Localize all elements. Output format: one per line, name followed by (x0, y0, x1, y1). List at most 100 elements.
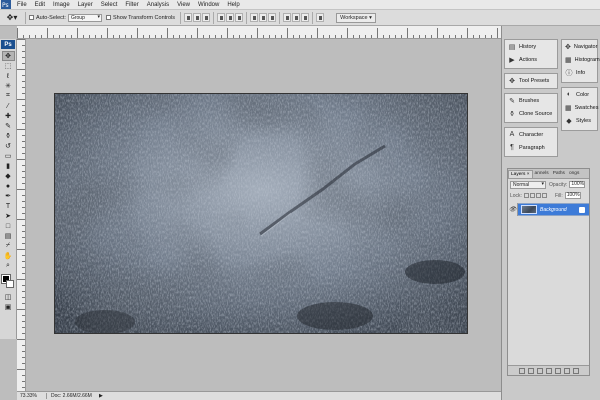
ruler-tick (22, 171, 25, 172)
distribute-right-button[interactable] (301, 13, 310, 22)
menu-analysis[interactable]: Analysis (143, 0, 173, 10)
photoshop-app-icon[interactable]: Ps (1, 0, 11, 9)
lock-position-button[interactable] (535, 193, 541, 198)
gradient-tool[interactable]: ▮ (2, 161, 15, 171)
align-left-edges-button[interactable] (217, 13, 226, 22)
link-layers-icon[interactable] (518, 367, 525, 374)
options-divider (312, 11, 314, 24)
opacity-field[interactable]: 100% (569, 181, 586, 188)
vertical-ruler[interactable] (17, 39, 26, 391)
new-layer-icon[interactable] (563, 367, 570, 374)
type-tool[interactable]: T (2, 201, 15, 211)
shape-tool[interactable]: □ (2, 221, 15, 231)
screen-mode-button[interactable]: ▣ (2, 302, 15, 312)
ruler-tick (22, 363, 25, 364)
menu-view[interactable]: View (173, 0, 194, 10)
distribute-bottom-button[interactable] (268, 13, 277, 22)
crop-tool[interactable]: ⌗ (2, 91, 15, 101)
tab-layers[interactable]: Layers × (508, 170, 533, 178)
zoom-tool[interactable]: ⌕ (2, 261, 15, 271)
menu-file[interactable]: File (13, 0, 31, 10)
pen-tool[interactable]: ✒ (2, 191, 15, 201)
workspace-menu-button[interactable]: Workspace ▾ (336, 12, 377, 23)
menu-filter[interactable]: Filter (121, 0, 142, 10)
layer-mask-icon[interactable] (536, 367, 543, 374)
status-menu-arrow-icon[interactable]: ▶ (99, 393, 103, 399)
lock-transparent-button[interactable] (523, 193, 529, 198)
magic-wand-tool[interactable]: ✳ (2, 81, 15, 91)
brush-tool[interactable]: ✎ (2, 121, 15, 131)
quick-mask-button[interactable]: ◫ (2, 292, 15, 302)
align-vertical-centers-button[interactable] (193, 13, 202, 22)
menu-help[interactable]: Help (223, 0, 243, 10)
healing-brush-tool[interactable]: ✚ (2, 111, 15, 121)
panel-color[interactable]: ◐ Color (562, 88, 597, 101)
background-color-swatch[interactable] (5, 280, 14, 288)
panel-actions[interactable]: ▶ Actions (505, 53, 557, 66)
history-brush-tool[interactable]: ↺ (2, 141, 15, 151)
menu-layer[interactable]: Layer (74, 0, 97, 10)
align-bottom-edges-button[interactable] (202, 13, 211, 22)
panel-paragraph[interactable]: ¶ Paragraph (505, 141, 557, 154)
blur-tool[interactable]: ◆ (2, 171, 15, 181)
tab-comps[interactable]: ongs (567, 170, 581, 178)
adjustment-layer-icon[interactable] (545, 367, 552, 374)
move-tool[interactable]: ✥ (1, 51, 15, 61)
panel-info[interactable]: ⓘ Info (562, 66, 597, 79)
panel-styles[interactable]: ◆ Styles (562, 114, 597, 127)
horizontal-ruler[interactable] (17, 26, 501, 39)
panel-navigator[interactable]: ✥ Navigator (562, 40, 597, 53)
eraser-tool[interactable]: ▭ (2, 151, 15, 161)
clone-stamp-tool[interactable]: ⚱ (2, 131, 15, 141)
menu-edit[interactable]: Edit (31, 0, 49, 10)
move-tool-preset-picker[interactable]: ✥▾ (2, 11, 22, 25)
show-transform-controls-checkbox[interactable] (105, 15, 111, 20)
tab-paths[interactable]: Paths (551, 170, 567, 178)
eyedropper-tool[interactable]: ⌿ (2, 241, 15, 251)
panel-histogram[interactable]: ▦ Histogram (562, 53, 600, 66)
ruler-tick (95, 35, 96, 38)
panel-history[interactable]: ▤ History (505, 40, 557, 53)
auto-select-checkbox[interactable] (29, 15, 34, 20)
menu-select[interactable]: Select (97, 0, 122, 10)
trash-icon[interactable] (572, 367, 579, 374)
distribute-top-button[interactable] (250, 13, 259, 22)
blend-mode-dropdown[interactable]: Normal (510, 180, 546, 189)
new-group-icon[interactable] (554, 367, 561, 374)
align-top-edges-button[interactable] (184, 13, 193, 22)
zoom-level[interactable]: 73.33% (17, 393, 47, 399)
menu-image[interactable]: Image (49, 0, 74, 10)
align-horizontal-centers-button[interactable] (226, 13, 235, 22)
photoshop-logo[interactable]: Ps (1, 40, 15, 49)
brushes-icon: ✎ (509, 97, 515, 105)
panel-brushes[interactable]: ✎ Brushes (505, 94, 557, 107)
ruler-tick (22, 381, 25, 382)
dodge-tool[interactable]: ● (2, 181, 15, 191)
distribute-vcenter-button[interactable] (259, 13, 268, 22)
tab-channels[interactable]: annels (533, 170, 551, 178)
layer-style-icon[interactable] (527, 367, 534, 374)
eye-icon[interactable]: 👁 (508, 203, 518, 216)
fill-field[interactable]: 100% (564, 192, 581, 199)
lasso-tool[interactable]: ℓ (2, 71, 15, 81)
auto-select-dropdown[interactable]: Group (67, 13, 102, 22)
lock-image-button[interactable] (529, 193, 535, 198)
lock-all-button[interactable] (541, 193, 547, 198)
notes-tool[interactable]: ▤ (2, 231, 15, 241)
path-selection-tool[interactable]: ➤ (2, 211, 15, 221)
panel-clone-source[interactable]: ⚱ Clone Source (505, 107, 557, 120)
hand-tool[interactable]: ✋ (2, 251, 15, 261)
layer-row-background[interactable]: 👁 Background (508, 203, 589, 216)
slice-tool[interactable]: ⁄ (2, 101, 15, 111)
menu-window[interactable]: Window (194, 0, 223, 10)
marquee-tool[interactable]: ⬚ (2, 61, 15, 71)
panel-tool-presets[interactable]: ✥ Tool Presets (505, 74, 557, 87)
panel-character[interactable]: A Character (505, 128, 557, 141)
ruler-tick (137, 28, 138, 38)
auto-align-layers-button[interactable] (316, 13, 325, 22)
align-right-edges-button[interactable] (235, 13, 244, 22)
document-canvas[interactable] (54, 93, 468, 334)
distribute-left-button[interactable] (283, 13, 292, 22)
panel-swatches[interactable]: ▦ Swatches (562, 101, 598, 114)
distribute-hcenter-button[interactable] (292, 13, 301, 22)
